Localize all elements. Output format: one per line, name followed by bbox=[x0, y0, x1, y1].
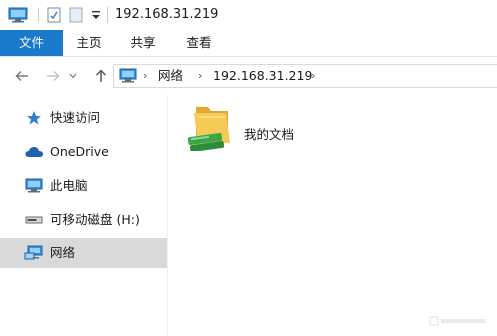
up-arrow-icon bbox=[95, 69, 107, 82]
recent-locations-button[interactable] bbox=[65, 66, 81, 86]
forward-arrow-icon bbox=[47, 70, 60, 82]
title-separator bbox=[107, 7, 108, 23]
star-icon bbox=[24, 109, 44, 127]
title-bar: 192.168.31.219 bbox=[0, 0, 497, 30]
sidebar-item-quick-access[interactable]: 快速访问 bbox=[0, 103, 167, 133]
toolbar-separator bbox=[33, 5, 43, 25]
computer-icon bbox=[119, 68, 137, 88]
breadcrumb-chevron-icon[interactable]: › bbox=[311, 68, 315, 84]
file-list: 我的文档 bbox=[168, 95, 497, 336]
breadcrumb-chevron-icon[interactable]: › bbox=[143, 68, 147, 84]
new-folder-icon[interactable] bbox=[67, 5, 85, 25]
customize-toolbar-icon[interactable] bbox=[88, 5, 104, 25]
tab-share[interactable]: 共享 bbox=[124, 30, 162, 56]
shared-folder-item[interactable]: 我的文档 bbox=[186, 101, 336, 157]
cloud-icon bbox=[24, 143, 44, 161]
chevron-down-icon bbox=[69, 73, 77, 79]
breadcrumb-chevron-icon[interactable]: › bbox=[198, 68, 202, 84]
shared-folder-icon bbox=[186, 101, 238, 155]
usb-drive-icon bbox=[24, 211, 44, 229]
address-bar[interactable]: › 网络 › 192.168.31.219 › bbox=[113, 64, 497, 88]
sidebar-item-label: 网络 bbox=[50, 245, 76, 260]
window-title: 192.168.31.219 bbox=[115, 7, 219, 22]
item-name: 我的文档 bbox=[244, 127, 295, 142]
sidebar-item-label: 快速访问 bbox=[50, 110, 101, 125]
navigation-pane: 快速访问 OneDrive 此电脑 可移动磁盘 (H:) 网络 bbox=[0, 95, 167, 336]
computer-icon[interactable] bbox=[6, 5, 30, 25]
address-row: › 网络 › 192.168.31.219 › bbox=[0, 57, 497, 95]
forward-button[interactable] bbox=[43, 66, 63, 86]
tab-file[interactable]: 文件 bbox=[0, 30, 63, 56]
back-button[interactable] bbox=[12, 66, 32, 86]
up-button[interactable] bbox=[91, 66, 111, 86]
tab-view[interactable]: 查看 bbox=[180, 30, 218, 56]
sidebar-item-label: 可移动磁盘 (H:) bbox=[50, 212, 140, 227]
sidebar-item-label: 此电脑 bbox=[50, 178, 88, 193]
ribbon-tabs: 文件 主页 共享 查看 bbox=[0, 30, 497, 57]
tab-home[interactable]: 主页 bbox=[70, 30, 108, 56]
network-icon bbox=[24, 244, 44, 262]
properties-icon[interactable] bbox=[45, 5, 63, 25]
breadcrumb-network[interactable]: 网络 bbox=[158, 68, 183, 84]
back-arrow-icon bbox=[15, 70, 28, 82]
breadcrumb-host[interactable]: 192.168.31.219 bbox=[213, 68, 312, 84]
computer-icon bbox=[24, 177, 44, 195]
sidebar-item-label: OneDrive bbox=[50, 144, 109, 159]
watermark-logo bbox=[429, 313, 489, 332]
sidebar-item-network[interactable]: 网络 bbox=[0, 238, 167, 268]
sidebar-item-removable-disk[interactable]: 可移动磁盘 (H:) bbox=[0, 205, 167, 235]
sidebar-item-this-pc[interactable]: 此电脑 bbox=[0, 171, 167, 201]
sidebar-item-onedrive[interactable]: OneDrive bbox=[0, 137, 167, 167]
